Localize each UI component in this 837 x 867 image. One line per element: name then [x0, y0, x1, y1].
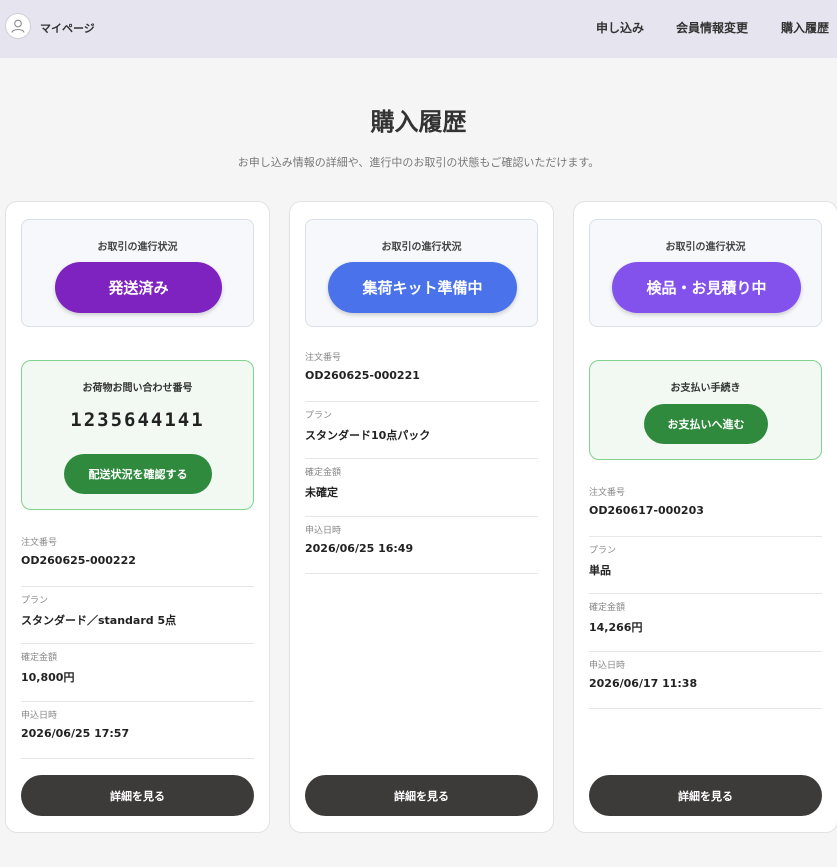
applied-at-label: 申込日時 — [21, 710, 58, 721]
order-number-value: OD260625-000221 — [305, 369, 420, 382]
proceed-payment-button[interactable]: お支払いへ進む — [644, 404, 768, 444]
order-number-row: 注文番号 OD260617-000203 — [589, 479, 822, 537]
view-details-button[interactable]: 詳細を見る — [21, 775, 254, 816]
order-number-row: 注文番号 OD260625-000221 — [305, 344, 538, 402]
applied-at-row: 申込日時 2026/06/25 16:49 — [305, 517, 538, 574]
order-number-value: OD260617-000203 — [589, 504, 704, 517]
amount-row: 確定金額 10,800円 — [21, 644, 254, 702]
status-badge: 発送済み — [55, 262, 222, 313]
page-subtitle: お申し込み情報の詳細や、進行中のお取引の状態もご確認いただけます。 — [237, 156, 600, 169]
plan-label: プラン — [305, 410, 333, 421]
page-title: 購入履歴 — [370, 108, 467, 136]
order-number-row: 注文番号 OD260625-000222 — [21, 529, 254, 587]
plan-label: プラン — [21, 595, 49, 606]
status-box: お取引の進行状況 集荷キット準備中 — [305, 219, 538, 327]
status-label: お取引の進行状況 — [665, 242, 746, 253]
amount-label: 確定金額 — [21, 653, 58, 663]
order-card: お取引の進行状況 集荷キット準備中 注文番号 OD260625-000221 プ… — [289, 201, 554, 833]
payment-label: お支払い手続き — [670, 383, 741, 394]
order-info: 注文番号 OD260625-000221 プラン スタンダード10点パック 確定… — [305, 344, 538, 574]
tracking-number: 1235644141 — [70, 409, 205, 431]
applied-at-value: 2026/06/25 16:49 — [305, 541, 414, 555]
plan-row: プラン スタンダード10点パック — [305, 402, 538, 459]
status-label: お取引の進行状況 — [381, 242, 462, 253]
applied-at-row: 申込日時 2026/06/17 11:38 — [589, 652, 822, 709]
order-number-label: 注文番号 — [305, 353, 342, 363]
status-label: お取引の進行状況 — [97, 242, 178, 253]
status-box: お取引の進行状況 検品・お見積り中 — [589, 219, 822, 327]
status-box: お取引の進行状況 発送済み — [21, 219, 254, 327]
view-details-button[interactable]: 詳細を見る — [589, 775, 822, 816]
nav-apply[interactable]: 申し込み — [596, 19, 644, 36]
amount-value: 10,800円 — [21, 671, 75, 684]
order-info: 注文番号 OD260625-000222 プラン スタンダード／standard… — [21, 529, 254, 759]
amount-label: 確定金額 — [589, 603, 626, 613]
plan-row: プラン スタンダード／standard 5点 — [21, 587, 254, 644]
check-delivery-button[interactable]: 配送状況を確認する — [64, 454, 212, 494]
mypage-link[interactable]: マイページ — [40, 20, 95, 36]
order-card: お取引の進行状況 発送済み お荷物お問い合わせ番号 1235644141 配送状… — [5, 201, 270, 833]
order-card: お取引の進行状況 検品・お見積り中 お支払い手続き お支払いへ進む 注文番号 O… — [573, 201, 837, 833]
plan-value: スタンダード10点パック — [305, 428, 431, 442]
payment-box: お支払い手続き お支払いへ進む — [589, 360, 822, 460]
applied-at-label: 申込日時 — [589, 660, 626, 671]
view-details-button[interactable]: 詳細を見る — [305, 775, 538, 816]
amount-row: 確定金額 14,266円 — [589, 594, 822, 652]
plan-label: プラン — [589, 545, 617, 556]
amount-value: 14,266円 — [589, 621, 643, 634]
applied-at-value: 2026/06/25 17:57 — [21, 726, 130, 740]
top-header: マイページ 申し込み 会員情報変更 購入履歴 — [0, 0, 837, 58]
order-number-label: 注文番号 — [21, 538, 58, 548]
plan-value: 単品 — [589, 563, 611, 577]
plan-row: プラン 単品 — [589, 537, 822, 594]
order-number-label: 注文番号 — [589, 488, 626, 498]
tracking-label: お荷物お問い合わせ番号 — [82, 383, 193, 394]
tracking-box: お荷物お問い合わせ番号 1235644141 配送状況を確認する — [21, 360, 254, 510]
amount-label: 確定金額 — [305, 468, 342, 478]
plan-value: スタンダード／standard 5点 — [21, 613, 177, 627]
applied-at-value: 2026/06/17 11:38 — [589, 676, 698, 690]
amount-value: 未確定 — [305, 486, 338, 499]
applied-at-label: 申込日時 — [305, 525, 342, 536]
order-info: 注文番号 OD260617-000203 プラン 単品 確定金額 14,266円… — [589, 479, 822, 709]
amount-row: 確定金額 未確定 — [305, 459, 538, 517]
status-badge: 検品・お見積り中 — [612, 262, 801, 313]
nav-member-info[interactable]: 会員情報変更 — [676, 19, 748, 36]
applied-at-row: 申込日時 2026/06/25 17:57 — [21, 702, 254, 759]
user-avatar-icon[interactable] — [5, 13, 31, 39]
nav-purchase-history[interactable]: 購入履歴 — [781, 19, 829, 36]
status-badge: 集荷キット準備中 — [328, 262, 517, 313]
order-number-value: OD260625-000222 — [21, 554, 136, 567]
